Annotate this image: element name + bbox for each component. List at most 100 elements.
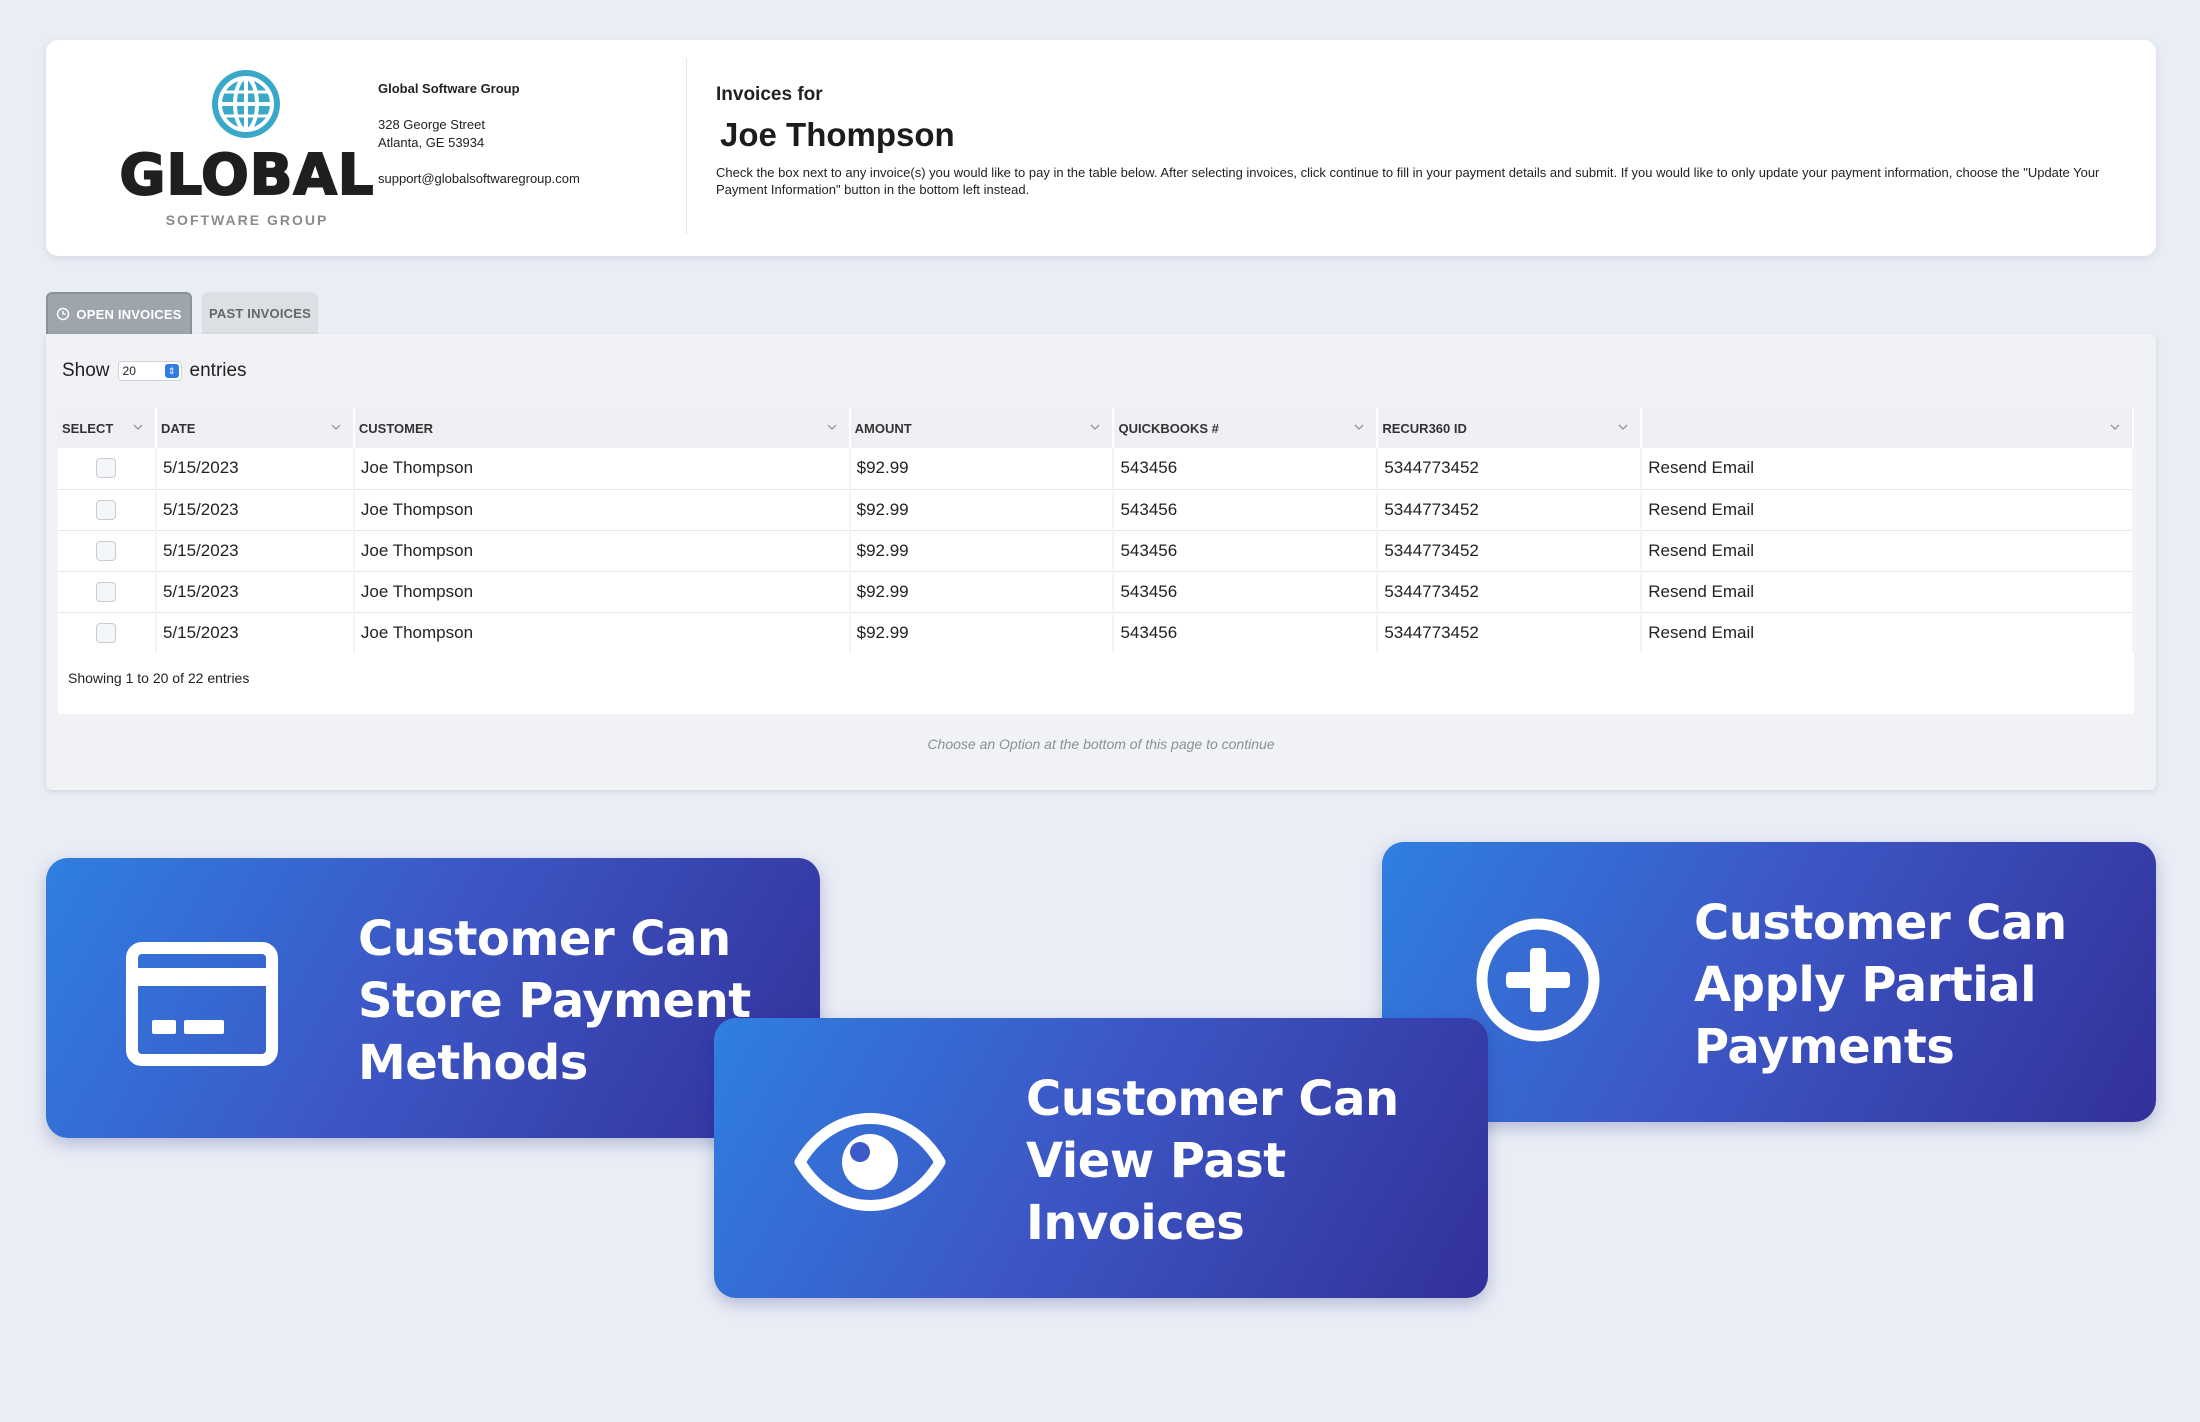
logo-wordmark: GLOBAL <box>119 143 375 208</box>
recur360-id-cell: 5344773452 <box>1377 570 1643 612</box>
recur360-id-cell: 5344773452 <box>1377 611 1643 653</box>
address-line-1: 328 George Street <box>378 117 485 132</box>
customer-name-title: Joe Thompson <box>720 116 955 153</box>
table-row: 5/15/2023 Joe Thompson $92.99 543456 534… <box>58 529 2134 571</box>
date-cell: 5/15/2023 <box>155 570 355 612</box>
customer-cell: Joe Thompson <box>353 488 851 530</box>
table-row: 5/15/2023 Joe Thompson $92.99 543456 534… <box>58 488 2134 530</box>
company-email[interactable]: support@globalsoftwaregroup.com <box>378 170 678 188</box>
credit-card-icon <box>126 942 278 1066</box>
address-line-2: Atlanta, GE 53934 <box>378 135 485 150</box>
feature-card-partial-payments: Customer Can Apply Partial Payments <box>1382 842 2156 1122</box>
company-info: Global Software Group 328 George Street … <box>378 80 678 188</box>
row-select-checkbox[interactable] <box>96 622 116 643</box>
column-header-actions[interactable] <box>1641 408 2134 448</box>
row-select-checkbox[interactable] <box>96 540 116 561</box>
sort-chevron-icon <box>133 424 143 430</box>
date-cell: 5/15/2023 <box>155 488 355 530</box>
entries-length-control: Show 20 ⇕ entries <box>62 360 247 382</box>
recur360-id-cell: 5344773452 <box>1377 448 1643 489</box>
sort-chevron-icon <box>1354 424 1364 430</box>
column-header-recur360-id[interactable]: Recur360 ID <box>1377 408 1643 448</box>
sort-chevron-icon <box>1618 424 1628 430</box>
invoices-table: Select Date Customer Amount QuickBooks #… <box>58 408 2134 653</box>
tab-past-invoices[interactable]: Past Invoices <box>202 292 318 334</box>
customer-cell: Joe Thompson <box>353 611 851 653</box>
company-name: Global Software Group <box>378 81 520 96</box>
quickbooks-cell: 543456 <box>1113 611 1379 653</box>
table-row: 5/15/2023 Joe Thompson $92.99 543456 534… <box>58 611 2134 653</box>
sort-chevron-icon <box>331 424 341 430</box>
header-divider <box>686 58 687 234</box>
clock-icon <box>57 307 70 321</box>
select-cell <box>58 448 157 489</box>
column-header-quickbooks[interactable]: QuickBooks # <box>1113 408 1379 448</box>
instructions-text: Check the box next to any invoice(s) you… <box>716 165 2100 197</box>
table-row: 5/15/2023 Joe Thompson $92.99 543456 534… <box>58 570 2134 612</box>
sort-chevron-icon <box>827 424 837 430</box>
select-cell <box>58 570 157 612</box>
recur360-id-cell: 5344773452 <box>1377 488 1643 530</box>
row-select-checkbox[interactable] <box>96 499 116 520</box>
date-cell: 5/15/2023 <box>155 529 355 571</box>
column-header-amount[interactable]: Amount <box>849 408 1115 448</box>
resend-email-link[interactable]: Resend Email <box>1641 570 2134 612</box>
resend-email-link[interactable]: Resend Email <box>1641 529 2134 571</box>
resend-email-link[interactable]: Resend Email <box>1641 448 2134 489</box>
header-card: GLOBAL SOFTWARE GROUP Global Software Gr… <box>46 40 2156 256</box>
amount-cell: $92.99 <box>849 529 1115 571</box>
column-header-select[interactable]: Select <box>58 408 157 448</box>
date-cell: 5/15/2023 <box>155 448 355 489</box>
column-header-date[interactable]: Date <box>155 408 355 448</box>
invoices-for-label: Invoices for <box>716 84 823 105</box>
table-header-row: Select Date Customer Amount QuickBooks #… <box>58 408 2134 448</box>
table-row: 5/15/2023 Joe Thompson $92.99 543456 534… <box>58 448 2134 489</box>
feature-card-store-payment: Customer Can Store Payment Methods <box>46 858 820 1138</box>
eye-icon <box>794 1113 946 1211</box>
sort-chevron-icon <box>1090 424 1100 430</box>
row-select-checkbox[interactable] <box>96 581 116 602</box>
show-label: Show <box>62 360 110 381</box>
customer-cell: Joe Thompson <box>353 570 851 612</box>
logo-subtitle: SOFTWARE GROUP <box>165 212 329 228</box>
quickbooks-cell: 543456 <box>1113 488 1379 530</box>
entries-select-value: 20 <box>122 364 136 378</box>
amount-cell: $92.99 <box>849 611 1115 653</box>
select-arrows-icon: ⇕ <box>164 364 179 378</box>
quickbooks-cell: 543456 <box>1113 570 1379 612</box>
amount-cell: $92.99 <box>849 570 1115 612</box>
customer-cell: Joe Thompson <box>353 448 851 489</box>
plus-circle-icon <box>1476 918 1600 1042</box>
select-cell <box>58 488 157 530</box>
tab-open-invoices-label: Open Invoices <box>76 306 182 322</box>
table-info-text: Showing 1 to 20 of 22 entries <box>68 670 250 686</box>
resend-email-link[interactable]: Resend Email <box>1641 611 2134 653</box>
row-select-checkbox[interactable] <box>96 458 116 479</box>
entries-select[interactable]: 20 ⇕ <box>117 361 182 381</box>
tab-open-invoices[interactable]: Open Invoices <box>46 292 192 334</box>
amount-cell: $92.99 <box>849 448 1115 489</box>
sort-chevron-icon <box>2110 424 2120 430</box>
resend-email-link[interactable]: Resend Email <box>1641 488 2134 530</box>
select-cell <box>58 611 157 653</box>
globe-icon <box>212 70 280 138</box>
feature-title: Customer Can View Past Invoices <box>1026 1071 1399 1251</box>
continue-hint: Choose an Option at the bottom of this p… <box>927 736 1275 752</box>
company-address: 328 George Street Atlanta, GE 53934 <box>378 116 678 152</box>
date-cell: 5/15/2023 <box>155 611 355 653</box>
customer-cell: Joe Thompson <box>353 529 851 571</box>
invoice-header: Invoices for Joe Thompson Check the box … <box>716 84 2136 198</box>
recur360-id-cell: 5344773452 <box>1377 529 1643 571</box>
quickbooks-cell: 543456 <box>1113 529 1379 571</box>
feature-title: Customer Can Apply Partial Payments <box>1694 895 2067 1075</box>
amount-cell: $92.99 <box>849 488 1115 530</box>
entries-label: entries <box>189 360 247 381</box>
invoices-panel: Show 20 ⇕ entries Select Date Customer A… <box>46 334 2156 790</box>
company-logo: GLOBAL SOFTWARE GROUP <box>86 62 408 242</box>
invoices-table-wrapper: Select Date Customer Amount QuickBooks #… <box>58 408 2134 714</box>
feature-card-view-past-invoices: Customer Can View Past Invoices <box>714 1018 1488 1298</box>
quickbooks-cell: 543456 <box>1113 448 1379 489</box>
tab-past-invoices-label: Past Invoices <box>208 305 312 321</box>
select-cell <box>58 529 157 571</box>
column-header-customer[interactable]: Customer <box>353 408 851 448</box>
